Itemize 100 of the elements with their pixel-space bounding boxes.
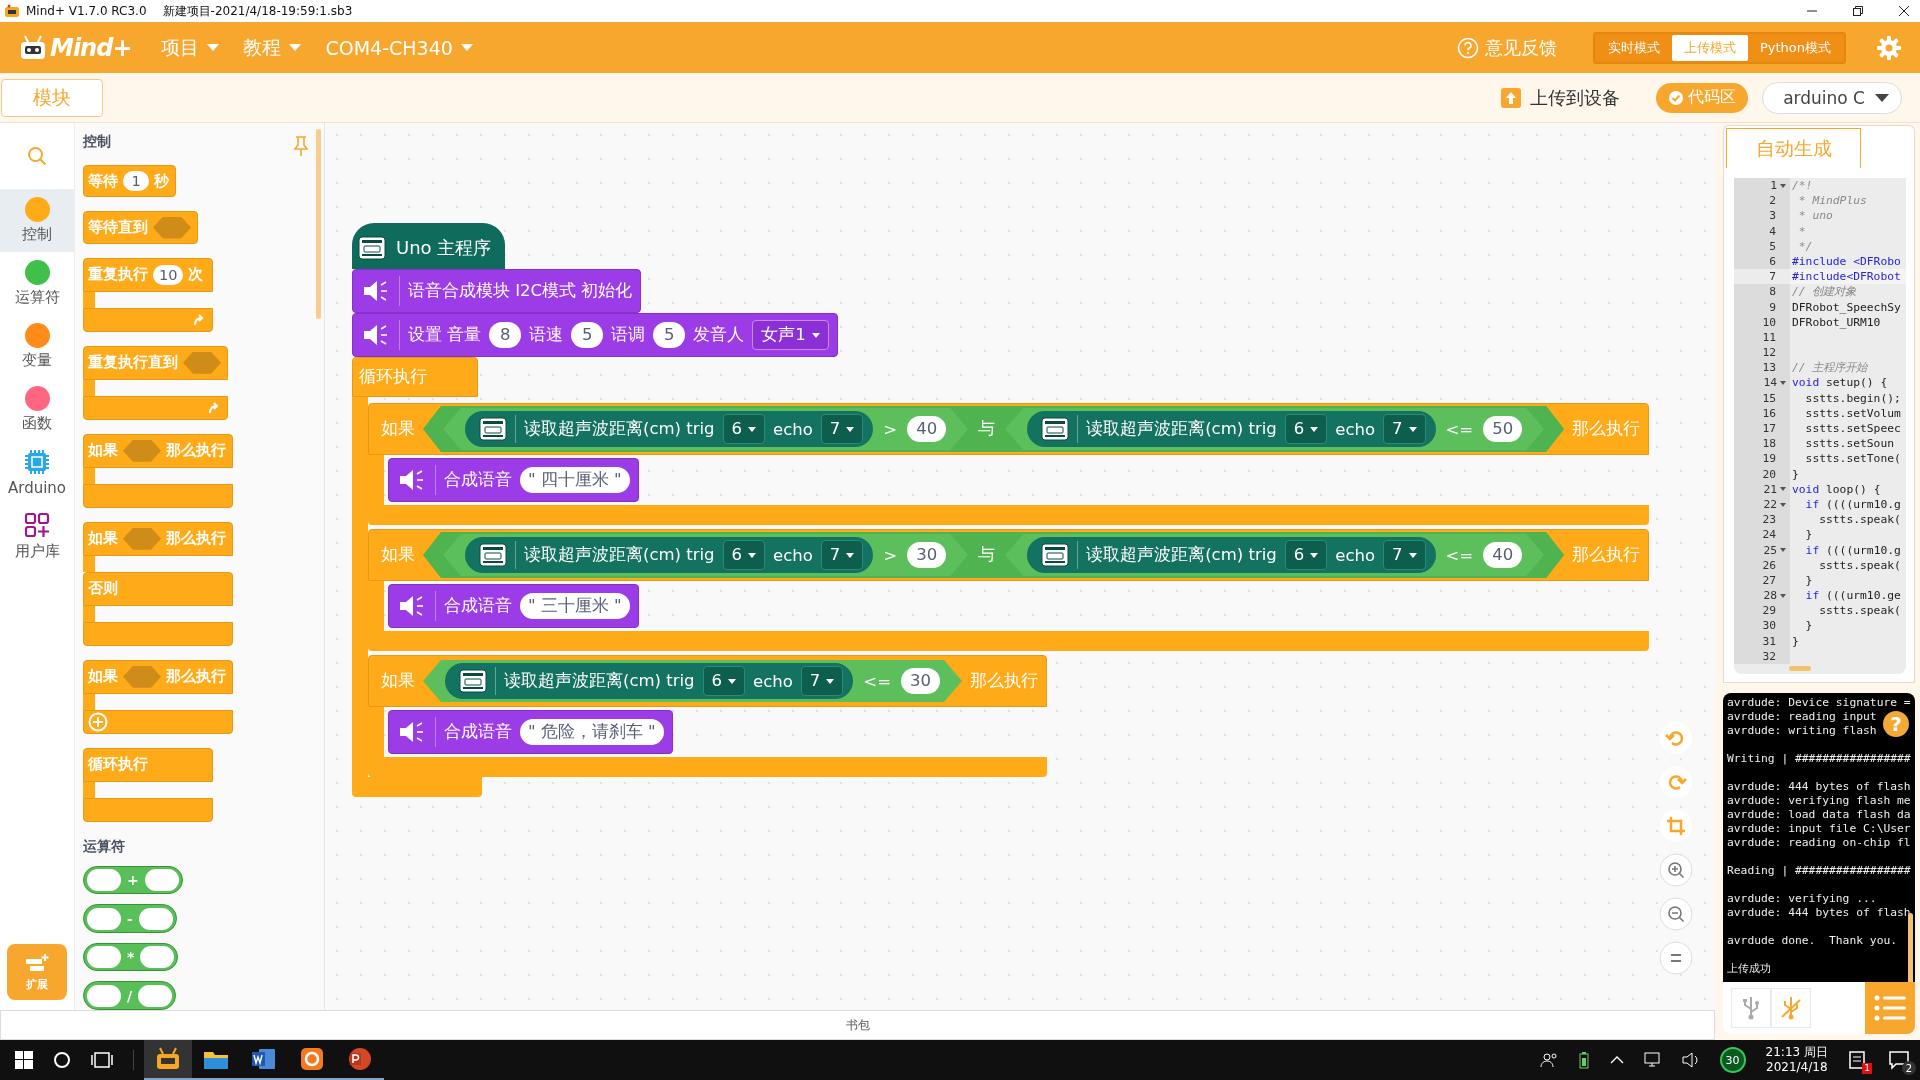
dropdown[interactable]: 7 (820, 540, 864, 570)
comparison-block[interactable]: 读取超声波距离(cm) trig 6 echo 7 > 30 (443, 534, 969, 576)
dropdown[interactable]: 7 (800, 666, 844, 696)
block-label: 合成语音 (444, 721, 512, 743)
task-view-icon[interactable] (91, 1051, 113, 1069)
backpack-bar[interactable]: 书包 (0, 1010, 1715, 1040)
speech-block[interactable]: 合成语音 " 三十厘米 " (388, 584, 639, 628)
text-input[interactable]: " 四十厘米 " (520, 467, 630, 493)
app-icon (4, 4, 20, 18)
block-label: 语调 (611, 324, 646, 346)
number-input[interactable]: 5 (653, 322, 686, 348)
code-line: if ((((urm10.g (1804, 496, 1901, 513)
fold-icon[interactable] (1780, 381, 1786, 386)
category-item[interactable]: 控制 (0, 189, 74, 252)
block-label: echo (753, 671, 793, 691)
palette-block[interactable]: 等待 1 秒 (83, 165, 176, 198)
clock-time[interactable]: 21:13 周日 (1765, 1045, 1828, 1060)
fold-icon[interactable] (1780, 502, 1786, 507)
comparison-block[interactable]: 读取超声波距离(cm) trig 6 echo 7 <= 40 (1005, 534, 1545, 576)
text-input[interactable]: " 危险，请刹车 " (520, 719, 664, 745)
comparison-block[interactable]: 读取超声波距离(cm) trig 6 echo 7 > 40 (443, 408, 969, 450)
code-editor[interactable] (1723, 168, 1915, 683)
dropdown[interactable]: 7 (820, 414, 864, 444)
comparison-block[interactable]: 读取超声波距离(cm) trig 6 echo 7 <= 30 (423, 660, 962, 702)
battery-icon[interactable] (1577, 1051, 1590, 1069)
zoom-in-icon[interactable] (1659, 853, 1693, 887)
number-input[interactable]: 50 (1483, 416, 1523, 442)
volume-icon[interactable] (1681, 1052, 1700, 1068)
restore-icon[interactable] (1852, 5, 1864, 17)
zoom-out-icon[interactable] (1659, 897, 1693, 931)
number-input[interactable]: 10 (153, 264, 184, 285)
distance-sensor-block[interactable]: 读取超声波距离(cm) trig 6 echo 7 (1027, 411, 1436, 447)
if-block[interactable]: 如果 读取超声波距离(cm) trig 6 echo 7 <= 30 那么执行 (368, 655, 1047, 707)
number-input[interactable]: 40 (1483, 542, 1523, 568)
category-item[interactable]: Arduino (0, 441, 74, 504)
dropdown[interactable]: 6 (722, 540, 766, 570)
dropdown[interactable]: 7 (1383, 414, 1426, 444)
number-input[interactable]: 30 (907, 542, 947, 568)
console-line: avrdude: verifying ... (1727, 892, 1877, 906)
dropdown[interactable]: 7 (1383, 540, 1426, 570)
hat-block[interactable]: Uno 主程序 (352, 223, 506, 269)
dropdown[interactable]: 6 (702, 666, 746, 696)
notes-icon[interactable] (1848, 1050, 1868, 1070)
fold-icon[interactable] (1780, 593, 1786, 598)
number-input[interactable]: 5 (571, 322, 604, 348)
fold-icon[interactable] (1780, 487, 1786, 492)
tray-badge[interactable]: 30 (1719, 1047, 1746, 1073)
language-dropdown[interactable]: arduino C (1762, 81, 1902, 114)
if-block[interactable]: 如果 读取超声波距离(cm) trig 6 echo 7 > 30 与 读取超声波距离(cm) trig 6 echo 7 <= 40 那么执行 (368, 529, 1650, 581)
comparison-block[interactable]: 读取超声波距离(cm) trig 6 echo 7 <= 50 (1005, 408, 1545, 450)
reset-zoom-icon[interactable] (1659, 941, 1693, 975)
message-icon[interactable] (1888, 1050, 1910, 1070)
distance-sensor-block[interactable]: 读取超声波距离(cm) trig 6 echo 7 (445, 663, 854, 699)
line-number: 4 (1769, 223, 1776, 239)
number-input[interactable]: 1 (123, 171, 149, 192)
number-input[interactable]: 40 (907, 416, 947, 442)
distance-sensor-block[interactable]: 读取超声波距离(cm) trig 6 echo 7 (1027, 537, 1436, 573)
close-icon[interactable] (1898, 5, 1910, 17)
start-icon[interactable] (15, 1051, 33, 1069)
block-label: 设置 音量 (408, 324, 482, 346)
category-item[interactable]: 运算符 (0, 252, 74, 315)
search-icon[interactable] (53, 1051, 71, 1069)
and-block[interactable]: 读取超声波距离(cm) trig 6 echo 7 > 30 与 读取超声波距离(cm) trig 6 echo 7 <= 40 (423, 532, 1565, 578)
dropdown[interactable]: 女声1 (752, 320, 829, 350)
fold-icon[interactable] (1780, 548, 1786, 553)
console-line: avrdude: reading on-chip fl (1727, 836, 1911, 850)
category-item[interactable]: 用户库 (0, 504, 74, 567)
text-input[interactable]: " 三十厘米 " (520, 593, 630, 619)
line-number: 6 (1769, 253, 1776, 270)
fold-icon[interactable] (1780, 183, 1786, 188)
chevron-up-icon[interactable] (1609, 1055, 1624, 1065)
block-label: 等待直到 (88, 218, 148, 238)
speech-block[interactable]: 语音合成模块 I2C模式 初始化 (352, 269, 642, 313)
scrollbar[interactable] (1789, 666, 1811, 671)
scrollbar[interactable] (316, 129, 321, 319)
distance-sensor-block[interactable]: 读取超声波距离(cm) trig 6 echo 7 (465, 537, 874, 573)
speech-block[interactable]: 合成语音 " 危险，请刹车 " (388, 710, 673, 754)
block-label: 如果 (88, 529, 118, 549)
number-input[interactable]: 30 (901, 668, 940, 694)
dropdown[interactable]: 6 (1284, 414, 1328, 444)
scrollbar[interactable] (1908, 913, 1913, 982)
if-block[interactable]: 如果 读取超声波距离(cm) trig 6 echo 7 > 40 与 读取超声波距离(cm) trig 6 echo 7 <= 50 那么执行 (368, 403, 1650, 455)
category-item[interactable]: 函数 (0, 378, 74, 441)
workspace[interactable] (325, 123, 1715, 1010)
distance-sensor-block[interactable]: 读取超声波距离(cm) trig 6 echo 7 (465, 411, 874, 447)
upload-button[interactable]: 上传到设备 (1494, 84, 1627, 111)
window-title: Mind+ V1.7.0 RC3.0 (26, 4, 147, 18)
and-block[interactable]: 读取超声波距离(cm) trig 6 echo 7 > 40 与 读取超声波距离(cm) trig 6 echo 7 <= 50 (423, 406, 1565, 452)
block-label: 发音人 (693, 324, 745, 346)
palette-block[interactable]: 重复执行 10 次 (83, 257, 213, 292)
speech-block[interactable]: 设置 音量 8 语速 5 语调 5 发音人 女声1 (352, 313, 838, 357)
speech-block[interactable]: 合成语音 " 四十厘米 " (388, 458, 639, 502)
taskbar-app[interactable] (144, 1040, 192, 1080)
people-icon[interactable] (1539, 1051, 1558, 1069)
network-icon[interactable] (1643, 1052, 1662, 1068)
category-item[interactable]: 变量 (0, 315, 74, 378)
dropdown[interactable]: 6 (722, 414, 766, 444)
number-input[interactable]: 8 (489, 322, 522, 348)
clock-date[interactable]: 2021/4/18 (1766, 1060, 1828, 1075)
dropdown[interactable]: 6 (1284, 540, 1328, 570)
